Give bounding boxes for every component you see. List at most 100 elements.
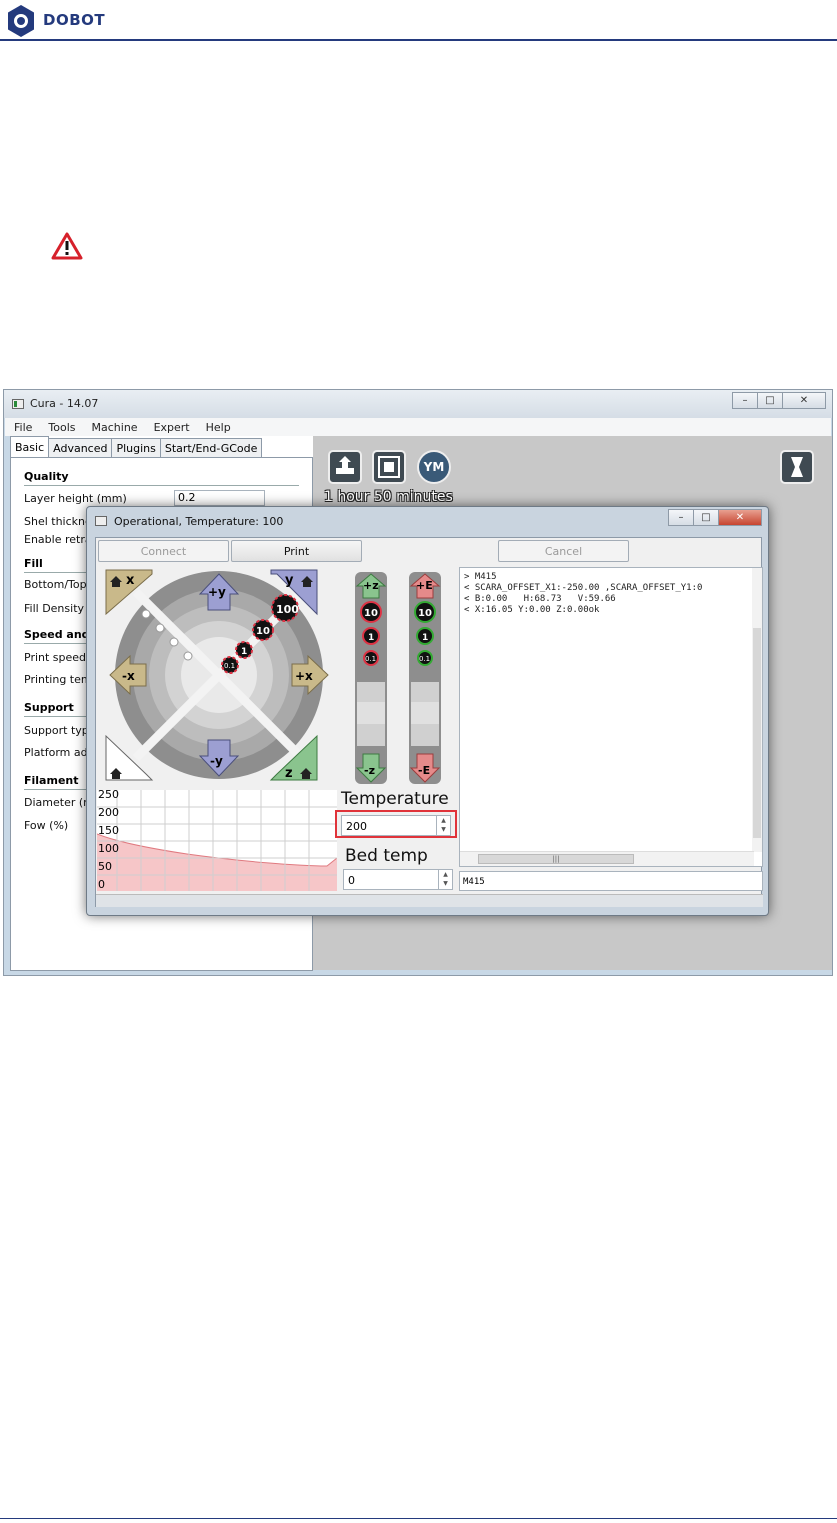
graph-y-tick: 50 <box>98 860 112 873</box>
menu-bar: File Tools Machine Expert Help <box>5 418 831 436</box>
bed-temp-value: 0 <box>348 874 355 887</box>
console-line: > M415 <box>464 572 497 582</box>
print-speed-label: Print speed ( <box>24 651 94 664</box>
z-step-10-label: 10 <box>364 608 378 619</box>
scrollbar-thumb[interactable]: ||| <box>478 854 634 864</box>
step-0.1-label: 0.1 <box>224 662 235 670</box>
dialog-title-bar[interactable]: Operational, Temperature: 100 – □ ✕ <box>87 507 768 535</box>
dialog-status-bar <box>96 894 763 907</box>
maximize-button[interactable]: □ <box>757 392 783 409</box>
step-10-label: 10 <box>256 626 270 637</box>
gcode-console[interactable]: > M415 < SCARA_OFFSET_X1:-250.00 ,SCARA_… <box>459 567 763 867</box>
graph-y-tick: 150 <box>98 824 119 837</box>
brand-name: DOBOT <box>43 11 106 29</box>
temperature-value: 200 <box>346 820 367 833</box>
menu-machine[interactable]: Machine <box>83 418 145 436</box>
temperature-graph: 250 200 150 100 50 0 <box>97 790 337 891</box>
cancel-button[interactable]: Cancel <box>498 540 629 562</box>
dialog-window-controls: – □ ✕ <box>668 509 762 526</box>
menu-file[interactable]: File <box>5 418 39 436</box>
footer-rule <box>0 1518 837 1519</box>
menu-help[interactable]: Help <box>197 418 238 436</box>
window-controls: – □ ✕ <box>732 392 826 409</box>
minus-y-label: -y <box>210 754 223 768</box>
dialog-body: Connect Print Cancel x y z +y -y -x +x 1… <box>95 537 763 907</box>
header-rule <box>0 39 837 41</box>
dialog-maximize-button[interactable]: □ <box>693 509 719 526</box>
section-support: Support <box>24 701 74 714</box>
console-horizontal-scrollbar[interactable]: ||| <box>460 851 754 866</box>
scrollbar-thumb[interactable] <box>753 628 761 838</box>
e-step-1-label: 1 <box>422 633 428 643</box>
graph-y-tick: 250 <box>98 790 119 801</box>
dialog-close-button[interactable]: ✕ <box>718 509 762 526</box>
minimize-button[interactable]: – <box>732 392 758 409</box>
connect-button[interactable]: Connect <box>98 540 229 562</box>
load-model-icon[interactable] <box>328 450 362 484</box>
bed-temp-spinner[interactable]: ▲ ▼ <box>438 870 452 889</box>
warning-triangle-icon <box>51 232 83 260</box>
cura-title-bar[interactable]: Cura - 14.07 – □ ✕ <box>4 390 832 418</box>
print-icon[interactable] <box>372 450 406 484</box>
graph-y-tick: 200 <box>98 806 119 819</box>
section-speed: Speed and <box>24 628 90 641</box>
z-step-1-label: 1 <box>368 633 374 643</box>
console-line: < X:16.05 Y:0.00 Z:0.00ok <box>464 605 600 615</box>
e-up-label: +E <box>416 579 433 592</box>
close-button[interactable]: ✕ <box>782 392 826 409</box>
home-x-label: x <box>126 573 135 588</box>
plus-y-label: +y <box>208 585 226 599</box>
tab-advanced[interactable]: Advanced <box>48 438 113 458</box>
diameter-label: Diameter (m <box>24 796 94 809</box>
temperature-highlight: 200 ▲ ▼ <box>335 810 457 838</box>
graph-y-tick: 0 <box>98 878 105 891</box>
console-vertical-scrollbar[interactable] <box>752 568 762 852</box>
document-header: DOBOT <box>0 0 837 41</box>
tab-start-end-gcode[interactable]: Start/End-GCode <box>159 438 263 458</box>
print-button[interactable]: Print <box>231 540 362 562</box>
e-step-10-label: 10 <box>418 608 432 619</box>
section-quality: Quality <box>24 470 69 483</box>
temperature-input[interactable]: 200 ▲ ▼ <box>341 815 451 836</box>
graph-y-tick: 100 <box>98 842 119 855</box>
xy-jog-control[interactable]: x y z +y -y -x +x 100 10 1 0.1 <box>96 568 336 786</box>
shell-thickness-label: Shel thickne <box>24 515 92 528</box>
z-step-0.1-label: 0.1 <box>365 655 376 663</box>
section-filament: Filament <box>24 774 79 787</box>
dialog-title: Operational, Temperature: 100 <box>114 515 284 528</box>
menu-expert[interactable]: Expert <box>145 418 197 436</box>
section-divider <box>24 485 299 486</box>
menu-tools[interactable]: Tools <box>39 418 82 436</box>
cura-window-title: Cura - 14.07 <box>30 397 99 410</box>
console-line: < B:0.00 H:68.73 V:59.66 <box>464 594 616 604</box>
layer-height-input[interactable]: 0.2 <box>174 490 265 506</box>
print-time: 1 hour 50 minutes <box>324 489 453 505</box>
z-down-label: -z <box>364 764 375 777</box>
minus-x-label: -x <box>122 669 135 683</box>
gcode-command-input[interactable]: M415 <box>459 871 763 891</box>
z-up-label: +z <box>363 579 379 592</box>
tab-basic[interactable]: Basic <box>10 436 50 459</box>
console-line: < SCARA_OFFSET_X1:-250.00 ,SCARA_OFFSET_… <box>464 583 703 593</box>
view-mode-icon[interactable] <box>780 450 814 484</box>
cura-app-icon <box>12 399 24 409</box>
temperature-spinner[interactable]: ▲ ▼ <box>436 816 450 835</box>
layer-height-label: Layer height (mm) <box>24 492 127 505</box>
youmagine-icon[interactable]: YM <box>417 450 451 484</box>
console-log: > M415 < SCARA_OFFSET_X1:-250.00 ,SCARA_… <box>464 572 702 616</box>
e-step-0.1-label: 0.1 <box>419 655 430 663</box>
bed-temp-label: Bed temp <box>345 846 428 866</box>
step-1-label: 1 <box>241 647 247 657</box>
flow-label: Fow (%) <box>24 819 69 832</box>
section-fill: Fill <box>24 557 43 570</box>
tab-plugins[interactable]: Plugins <box>111 438 161 458</box>
bed-temp-input[interactable]: 0 ▲ ▼ <box>343 869 453 890</box>
step-100-label: 100 <box>276 603 299 616</box>
z-jog-column[interactable]: +z 10 1 0.1 -z <box>353 572 389 784</box>
extruder-jog-column[interactable]: +E 10 1 0.1 -E <box>407 572 443 784</box>
printer-control-dialog: Operational, Temperature: 100 – □ ✕ Conn… <box>86 506 769 916</box>
settings-tabs: Basic Advanced Plugins Start/End-GCode <box>10 436 263 459</box>
e-down-label: -E <box>418 764 430 777</box>
dialog-minimize-button[interactable]: – <box>668 509 694 526</box>
home-z-label: z <box>285 766 293 781</box>
